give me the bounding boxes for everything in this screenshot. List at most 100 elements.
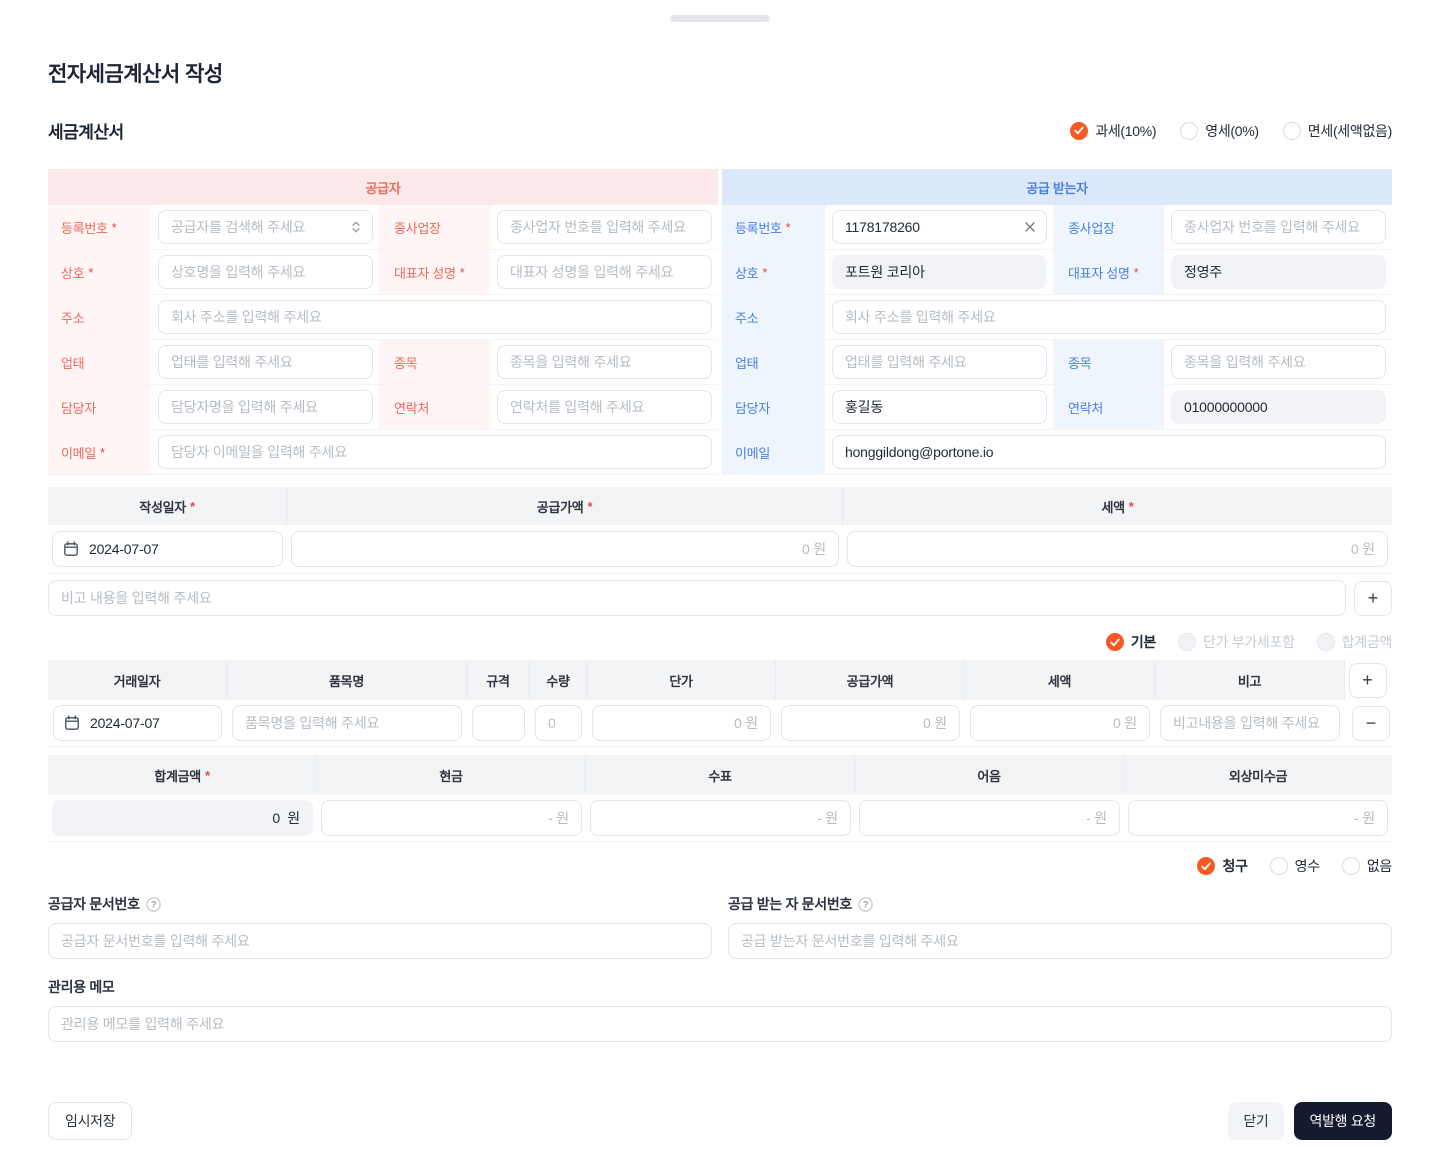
recipient-doc-number-field: 공급 받는 자 문서번호 ? xyxy=(728,894,1392,959)
field-label: 종목 xyxy=(1053,340,1165,384)
supplier-biz-item-input[interactable] xyxy=(497,345,712,379)
required-mark: * xyxy=(762,265,767,280)
mode-radio-basic[interactable]: 기본 xyxy=(1106,632,1156,652)
recipient-doc-number-input[interactable] xyxy=(728,923,1392,959)
recipient-reg-no-input[interactable] xyxy=(832,210,1047,244)
field-label: 연락처 xyxy=(1053,385,1165,429)
credit-input[interactable] xyxy=(1128,800,1388,836)
required-mark: * xyxy=(205,768,210,783)
supply-amount-input[interactable] xyxy=(291,531,839,567)
table-row: 이메일 xyxy=(722,430,1392,475)
recipient-manager-input[interactable] xyxy=(832,390,1047,424)
recipient-address-input[interactable] xyxy=(832,300,1386,334)
remove-item-row-button[interactable]: − xyxy=(1352,706,1390,741)
tax-invoice-form: 전자세금계산서 작성 세금계산서 과세(10%) 영세(0%) 면세(세액없음)… xyxy=(0,0,1440,1140)
field-label: 종사업장 xyxy=(379,205,491,249)
item-name-input[interactable] xyxy=(232,705,462,741)
tax-amount-input[interactable] xyxy=(847,531,1388,567)
radio-unchecked-icon xyxy=(1178,633,1196,651)
add-note-button[interactable]: + xyxy=(1354,581,1392,616)
label-text: 담당자 xyxy=(61,398,96,417)
add-item-row-button[interactable]: + xyxy=(1349,663,1387,698)
supplier-company-input[interactable] xyxy=(158,255,373,289)
field-label: 연락처 xyxy=(379,385,491,429)
reverse-issue-request-button[interactable]: 역발행 요청 xyxy=(1294,1102,1393,1140)
column-header: 현금 xyxy=(317,755,586,795)
column-header: 거래일자 xyxy=(48,660,227,700)
item-qty-input[interactable] xyxy=(535,705,582,741)
required-mark: * xyxy=(1134,265,1139,280)
temp-save-button[interactable]: 임시저장 xyxy=(48,1102,132,1140)
supplier-reg-no-select[interactable] xyxy=(158,210,373,244)
supplier-doc-number-input[interactable] xyxy=(48,923,712,959)
item-note-input[interactable] xyxy=(1160,705,1340,741)
invoice-note-input[interactable] xyxy=(48,580,1346,616)
table-row: 주소 xyxy=(722,295,1392,340)
recipient-biz-type-input[interactable] xyxy=(832,345,1047,379)
item-tax-amount-input[interactable] xyxy=(970,705,1150,741)
field-label: 주소 xyxy=(722,295,826,339)
items-header-row: 거래일자 품목명 규격 수량 단가 공급가액 세액 비고 + xyxy=(48,660,1392,700)
tax-radio-zero-rate[interactable]: 영세(0%) xyxy=(1180,121,1259,141)
table-row: 등록번호* 종사업장 xyxy=(722,205,1392,250)
column-header: 공급가액* xyxy=(287,487,843,525)
supplier-email-input[interactable] xyxy=(158,435,712,469)
supplier-biz-type-input[interactable] xyxy=(158,345,373,379)
label-text: 연락처 xyxy=(1068,398,1103,417)
issue-date-input[interactable] xyxy=(52,531,283,567)
cash-input[interactable] xyxy=(321,800,582,836)
column-header: 공급가액 xyxy=(776,660,965,700)
invoice-note-row: + xyxy=(48,580,1392,616)
field-label: 등록번호* xyxy=(48,205,152,249)
radio-label: 기본 xyxy=(1131,632,1156,652)
page-title: 전자세금계산서 작성 xyxy=(48,0,1392,88)
radio-label: 영수 xyxy=(1295,856,1320,876)
claim-radio-invoice[interactable]: 청구 xyxy=(1197,856,1247,876)
admin-memo-input[interactable] xyxy=(48,1006,1392,1042)
help-icon[interactable]: ? xyxy=(858,897,873,912)
field-label: 종사업장 xyxy=(1053,205,1165,249)
supplier-manager-input[interactable] xyxy=(158,390,373,424)
required-mark: * xyxy=(88,265,93,280)
required-mark: * xyxy=(1129,499,1134,514)
claim-radio-none[interactable]: 없음 xyxy=(1342,856,1392,876)
recipient-biz-item-input[interactable] xyxy=(1171,345,1386,379)
label-text: 작성일자 xyxy=(139,497,186,516)
column-header: 어음 xyxy=(855,755,1124,795)
recipient-company-input xyxy=(832,255,1047,289)
item-spec-input[interactable] xyxy=(472,705,525,741)
required-mark: * xyxy=(786,220,791,235)
claim-radio-receipt[interactable]: 영수 xyxy=(1270,856,1320,876)
check-input[interactable] xyxy=(590,800,851,836)
items-table: 거래일자 품목명 규격 수량 단가 공급가액 세액 비고 + xyxy=(48,660,1392,747)
supplier-address-input[interactable] xyxy=(158,300,712,334)
required-mark: * xyxy=(587,499,592,514)
tax-radio-exempt[interactable]: 면세(세액없음) xyxy=(1283,121,1392,141)
modal-drag-handle[interactable] xyxy=(670,15,770,22)
column-header: 품목명 xyxy=(227,660,467,700)
label-text: 종목 xyxy=(1068,353,1091,372)
close-button[interactable]: 닫기 xyxy=(1228,1102,1283,1140)
supplier-sub-biz-input[interactable] xyxy=(497,210,712,244)
label-text: 공급자 문서번호 xyxy=(48,894,140,914)
help-icon[interactable]: ? xyxy=(146,897,161,912)
column-header: 작성일자* xyxy=(48,487,287,525)
claim-type-radio-group: 청구 영수 없음 xyxy=(1197,856,1392,876)
tax-radio-taxable[interactable]: 과세(10%) xyxy=(1070,121,1156,141)
table-row: 상호* 대표자 성명* xyxy=(48,250,718,295)
supplier-header: 공급자 xyxy=(48,169,718,205)
claim-type-row: 청구 영수 없음 xyxy=(48,856,1392,876)
field-label: 등록번호* xyxy=(722,205,826,249)
item-supply-amount-input[interactable] xyxy=(781,705,960,741)
label-text: 등록번호 xyxy=(61,218,108,237)
supplier-table: 공급자 등록번호* 종사업장 상호* 대표자 성명* xyxy=(48,169,718,475)
item-unit-price-input[interactable] xyxy=(592,705,771,741)
amounts-table: 작성일자* 공급가액* 세액* xyxy=(48,487,1392,574)
clear-icon[interactable] xyxy=(1024,221,1036,233)
supplier-contact-input[interactable] xyxy=(497,390,712,424)
supplier-ceo-input[interactable] xyxy=(497,255,712,289)
bill-input[interactable] xyxy=(859,800,1120,836)
recipient-email-input[interactable] xyxy=(832,435,1386,469)
tax-type-radio-group: 과세(10%) 영세(0%) 면세(세액없음) xyxy=(1070,121,1392,141)
recipient-sub-biz-input[interactable] xyxy=(1171,210,1386,244)
